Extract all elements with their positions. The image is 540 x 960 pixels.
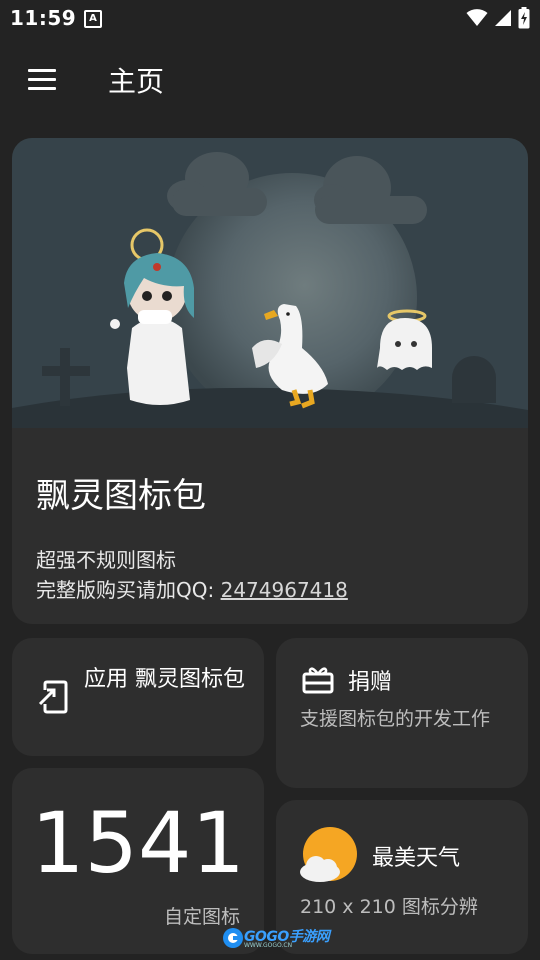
watermark-logo: GOGO手游网 WWW.GOGO.CN (222, 924, 332, 952)
apply-icon (38, 680, 68, 714)
battery-charging-icon (518, 7, 530, 29)
qq-number-link[interactable]: 2474967418 (221, 578, 348, 602)
donate-description: 支援图标包的开发工作 (300, 708, 491, 730)
weather-description: 210 x 210 图标分辨 (300, 896, 478, 918)
weather-title: 最美天气 (372, 846, 461, 871)
ghost-graveyard-illustration (12, 138, 528, 428)
purchase-note-label: 完整版购买请加QQ: (36, 578, 221, 602)
status-icons (466, 6, 530, 30)
notification-badge: A (84, 10, 102, 28)
status-bar: 11:59 A (0, 0, 540, 36)
gift-icon (302, 667, 334, 694)
wifi-icon (466, 9, 488, 26)
apply-iconpack-label: 应用 飘灵图标包 (84, 667, 245, 692)
donate-title: 捐赠 (348, 670, 393, 695)
hamburger-menu-icon[interactable] (26, 68, 58, 92)
page-title: 主页 (108, 65, 165, 98)
sun-cloud-icon (300, 827, 357, 882)
watermark-g-icon (223, 928, 243, 948)
status-time: 11:59 (10, 6, 77, 30)
hero-title: 飘灵图标包 (36, 476, 206, 516)
apply-iconpack-card[interactable]: 应用 飘灵图标包 (12, 638, 264, 756)
signal-icon (495, 10, 511, 26)
icon-count: 1541 (31, 794, 245, 892)
donate-card[interactable]: 捐赠 支援图标包的开发工作 (276, 638, 528, 788)
hero-card[interactable]: 飘灵图标包 超强不规则图标 完整版购买请加QQ: 2474967418 (12, 138, 528, 624)
hero-purchase-note: 完整版购买请加QQ: 2474967418 (36, 574, 348, 603)
hero-subtitle: 超强不规则图标 (36, 548, 176, 572)
app-bar: 主页 (0, 44, 540, 116)
watermark-subtext: WWW.GOGO.CN (244, 942, 293, 949)
